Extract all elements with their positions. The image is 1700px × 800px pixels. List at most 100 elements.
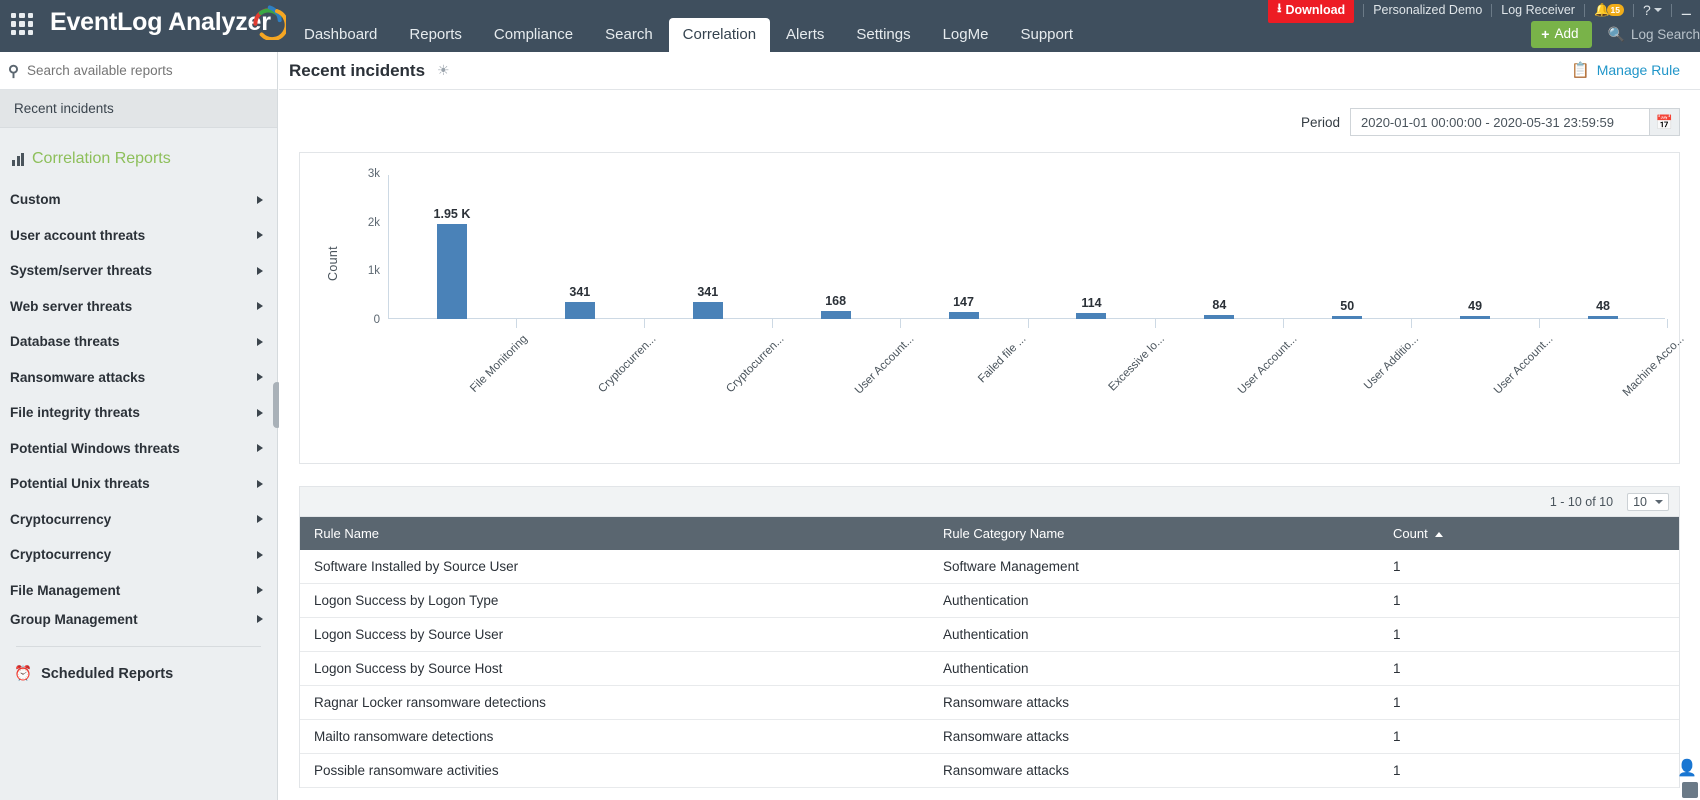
chart-bar[interactable] [692,302,723,319]
sidebar-item-user-account-threats[interactable]: User account threats [0,218,277,254]
sidebar-item-group-management[interactable]: Group Management [0,608,277,630]
chart-x-label: User Additio... [1362,333,1422,393]
chart-x-label: User Account... [1236,333,1300,397]
tab-alerts[interactable]: Alerts [770,19,840,52]
table-row[interactable]: Logon Success by Source Host Authenticati… [300,651,1679,686]
chart-bar[interactable] [1332,316,1363,319]
chevron-right-icon [257,302,263,311]
cell-count: 1 [1379,583,1679,618]
chevron-right-icon [257,337,263,346]
table-range-text: 1 - 10 of 10 [1549,494,1614,509]
sidebar-item-custom[interactable]: Custom [0,182,277,218]
sidebar-section-correlation-reports: Correlation Reports [0,128,277,182]
chevron-right-icon [257,444,263,453]
period-input[interactable]: 2020-01-01 00:00:00 - 2020-05-31 23:59:5… [1350,108,1680,136]
chart-bar-group[interactable]: 50 [1283,175,1411,319]
chart-bar-group[interactable]: 1.95 K [388,175,516,319]
add-button[interactable]: + Add [1531,20,1592,48]
personalized-demo-link[interactable]: Personalized Demo [1373,3,1482,17]
column-header-rule-category-name[interactable]: Rule Category Name [929,517,1379,550]
sidebar-item-file-integrity-threats[interactable]: File integrity threats [0,395,277,431]
sidebar-item-potential-unix-threats[interactable]: Potential Unix threats [0,466,277,502]
chart-x-tick [771,319,773,328]
sidebar-item-web-server-threats[interactable]: Web server threats [0,289,277,325]
table-row[interactable]: Logon Success by Logon Type Authenticatio… [300,583,1679,618]
chart-bar[interactable] [1204,314,1235,319]
log-search-box[interactable]: 🔍 Log Search [1608,26,1700,43]
user-avatar-icon[interactable]: 👤 [1677,758,1697,778]
chart-bar-value-label: 147 [953,294,974,309]
sidebar-item-recent-incidents[interactable]: Recent incidents [0,90,277,128]
sidebar-item-cryptocurrency-2[interactable]: Cryptocurrency [0,537,277,573]
resize-handle-icon[interactable] [1682,782,1698,798]
chevron-right-icon [257,479,263,488]
chart-bar[interactable] [1588,316,1619,319]
tab-correlation[interactable]: Correlation [668,18,771,52]
table-row[interactable]: Software Installed by Source User Softwar… [300,550,1679,584]
chart-bar[interactable] [820,310,851,319]
tab-logme[interactable]: LogMe [927,19,1005,52]
chart-bar-group[interactable]: 341 [644,175,772,319]
sidebar-item-potential-windows-threats[interactable]: Potential Windows threats [0,431,277,467]
table-row[interactable]: Mailto ransomware detections Ransomware a… [300,719,1679,754]
chart-bar-group[interactable]: 147 [900,175,1028,319]
log-receiver-link[interactable]: Log Receiver [1501,3,1575,17]
sidebar-item-file-management[interactable]: File Management [0,573,277,609]
notification-count-badge: 15 [1606,4,1624,16]
help-menu[interactable]: ? [1643,2,1662,18]
main-nav: Dashboard Reports Compliance Search Corr… [288,16,1089,52]
tab-search[interactable]: Search [589,19,669,52]
table-row[interactable]: Possible ransomware activities Ransomware… [300,753,1679,788]
notifications-button[interactable]: 🔔 15 [1594,3,1624,18]
page-size-select[interactable]: 10 [1627,492,1669,511]
chart-bar-group[interactable]: 49 [1411,175,1539,319]
apps-grid-icon[interactable] [9,11,35,37]
chart-bar-value-label: 49 [1468,299,1483,313]
window-controls[interactable]: ⚊ [1681,3,1692,18]
download-button[interactable]: ⭳ Download [1268,0,1355,23]
table-head: Rule Name Rule Category Name Count [300,517,1679,550]
chart-bar[interactable] [564,302,595,319]
table-row[interactable]: Ragnar Locker ransomware detections Ranso… [300,685,1679,720]
chart-bar-group[interactable]: 48 [1539,175,1667,319]
sidebar-item-scheduled-reports[interactable]: ⏰ Scheduled Reports [0,647,277,683]
sidebar-item-label: Custom [10,192,61,208]
sidebar-item-system-server-threats[interactable]: System/server threats [0,253,277,289]
period-label: Period [1300,114,1340,130]
manage-rule-link[interactable]: 📋 Manage Rule [1571,61,1680,79]
chart-x-label: Machine Acco... [1620,333,1687,399]
tab-reports[interactable]: Reports [393,19,478,52]
page-header: Recent incidents ☀ 📋 Manage Rule [279,52,1700,90]
sidebar-item-database-threats[interactable]: Database threats [0,324,277,360]
column-header-rule-name[interactable]: Rule Name [300,517,929,550]
table-row[interactable]: Logon Success by Source User Authenticati… [300,617,1679,652]
chart-area: Count 0 1k 2k 3k 1.95 K File Monitoring 341 Cr… [300,153,1687,463]
sidebar-item-ransomware-attacks[interactable]: Ransomware attacks [0,360,277,396]
chart-bar-group[interactable]: 84 [1155,175,1283,319]
chart-bar-group[interactable]: 168 [772,175,900,319]
chevron-right-icon [257,615,263,623]
search-input[interactable] [27,63,247,78]
tab-dashboard[interactable]: Dashboard [288,19,393,52]
chart-bar[interactable] [436,224,467,319]
tab-settings[interactable]: Settings [840,19,926,52]
calendar-icon[interactable]: 📅 [1649,109,1679,135]
chart-bar[interactable] [1076,313,1107,319]
tab-compliance[interactable]: Compliance [478,19,589,52]
chart-bar[interactable] [1460,316,1491,319]
chart-x-label: Failed file ... [975,333,1029,386]
cell-rule-name: Software Installed by Source User [300,550,929,584]
cell-count: 1 [1379,550,1679,584]
chart-bar-group[interactable]: 114 [1028,175,1156,319]
search-icon: ⚲ [8,62,19,80]
column-header-count[interactable]: Count [1379,517,1679,550]
tab-support[interactable]: Support [1004,19,1089,52]
period-selector-row: Period 2020-01-01 00:00:00 - 2020-05-31 … [279,90,1700,136]
chart-bar[interactable] [948,311,979,319]
chart-x-label: User Account... [852,333,917,397]
lightbulb-icon[interactable]: ☀ [437,62,450,79]
sidebar-item-cryptocurrency-1[interactable]: Cryptocurrency [0,502,277,538]
sidebar-item-label: Scheduled Reports [41,665,174,682]
chart-bar-group[interactable]: 341 [516,175,644,319]
chart-y-tick: 3k [367,168,380,180]
